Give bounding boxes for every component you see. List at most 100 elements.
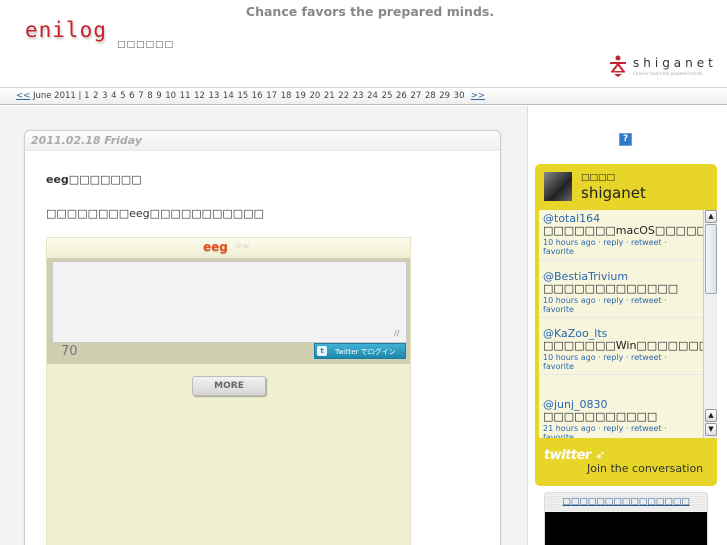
calendar-day: 1 bbox=[84, 91, 90, 101]
calendar-days: 1 2 3 4 5 6 7 8 9 10 11 12 13 14 15 16 17 18 19 20 21 22 23 24 2… bbox=[84, 91, 468, 101]
calendar-prev-link[interactable]: << bbox=[16, 91, 30, 101]
tweet-reply[interactable]: reply bbox=[603, 424, 623, 433]
tweet-item: @BestiaTrivium □□□□□□□□□□□□□ 10 hours ag… bbox=[539, 268, 703, 318]
tweet-favorite[interactable]: favorite bbox=[543, 362, 574, 371]
tweet-text: □□□□□□□□□□□□□ bbox=[543, 282, 679, 295]
tweet-text: □□□□□□□macOS□□□□□□□□□□□□□□□□□ bbox=[543, 224, 703, 237]
help-icon[interactable]: ? bbox=[619, 133, 632, 146]
tweet-favorite[interactable]: favorite bbox=[543, 305, 574, 314]
eeg-widget: eeg ☼≈ // 70 t Twitter でログイン MORE bbox=[46, 237, 411, 545]
tweet-retweet[interactable]: retweet bbox=[631, 296, 662, 305]
join-conversation-link[interactable]: Join the conversation bbox=[587, 462, 703, 475]
calendar-day: 20 bbox=[309, 91, 321, 101]
video-link[interactable]: □□□□□□□□□□□□□□□ bbox=[545, 497, 707, 507]
tweet-item: @total164 □□□□□□□macOS□□□□□□□□□□□□□□□□□ … bbox=[539, 210, 703, 260]
resize-handle-icon[interactable]: // bbox=[394, 329, 399, 338]
page: Chance favors the prepared minds. enilog… bbox=[0, 0, 727, 545]
tweet-reply[interactable]: reply bbox=[603, 238, 623, 247]
calendar-day: 7 bbox=[138, 91, 144, 101]
calendar-day: 23 bbox=[352, 91, 364, 101]
tweet-favorite[interactable]: favorite bbox=[543, 247, 574, 256]
twitter-bird-icon: ➶ bbox=[590, 448, 606, 463]
calendar-day: 6 bbox=[129, 91, 135, 101]
calendar-day: 10 bbox=[165, 91, 177, 101]
calendar-day: 27 bbox=[410, 91, 422, 101]
calendar-day: 25 bbox=[381, 91, 393, 101]
twitter-username[interactable]: shiganet bbox=[581, 184, 646, 202]
twitter-login-label: Twitter でログイン bbox=[335, 348, 396, 356]
calendar-day: 9 bbox=[156, 91, 162, 101]
tweet-retweet[interactable]: retweet bbox=[631, 353, 662, 362]
video-widget: □□□□□□□□□□□□□□□ bbox=[544, 492, 708, 545]
tweet-item: @KaZoo_lts □□□□□□□Win□□□□□□□□□□□□□□□□□□□… bbox=[539, 325, 703, 375]
calendar-day: 14 bbox=[222, 91, 234, 101]
scroll-down-icon[interactable]: ▼ bbox=[705, 423, 717, 436]
brand-logo[interactable]: shiganet Chance favors the prepared mind… bbox=[609, 55, 724, 79]
tweet-meta: 21 hours ago · reply · retweet · favorit… bbox=[543, 424, 699, 438]
main-column: 2011.02.18 Friday eeg□□□□□□□ □□□□□□□□eeg… bbox=[0, 106, 528, 545]
calendar-day: 2 bbox=[93, 91, 99, 101]
blog-post: 2011.02.18 Friday eeg□□□□□□□ □□□□□□□□eeg… bbox=[24, 130, 501, 545]
eeg-message-input[interactable] bbox=[52, 261, 407, 343]
twitter-widget: □□□□ shiganet @total164 □□□□□□□macOS□□□□… bbox=[535, 164, 717, 486]
eeg-logo: eeg bbox=[203, 240, 228, 254]
calendar-bar: << June 2011 | 1 2 3 4 5 6 7 8 9 10 11 12 13 14 15 16 17… bbox=[0, 88, 727, 105]
tweet-time[interactable]: 10 hours ago bbox=[543, 238, 596, 247]
calendar-nav: << June 2011 | 1 2 3 4 5 6 7 8 9 10 11 12 13 14 15 16 17… bbox=[16, 91, 485, 101]
calendar-day: 16 bbox=[251, 91, 263, 101]
tweet-meta: 10 hours ago · reply · retweet · favorit… bbox=[543, 296, 667, 314]
site-tagline: Chance favors the prepared minds. bbox=[245, 4, 495, 19]
eeg-input-panel: // 70 t Twitter でログイン bbox=[47, 258, 410, 364]
calendar-day: 15 bbox=[237, 91, 249, 101]
tweet-reply[interactable]: reply bbox=[603, 296, 623, 305]
tweet-meta: 10 hours ago · reply · retweet · favorit… bbox=[543, 238, 667, 256]
brand-name: shiganet bbox=[633, 56, 717, 70]
twitter-login-button[interactable]: t Twitter でログイン bbox=[314, 343, 406, 359]
scroll-up-icon[interactable]: ▲ bbox=[705, 210, 717, 223]
calendar-day: 30 bbox=[453, 91, 465, 101]
calendar-day: 18 bbox=[280, 91, 292, 101]
twitter-logo[interactable]: twitter ➶ bbox=[544, 448, 606, 463]
calendar-day: 19 bbox=[295, 91, 306, 101]
tweet-retweet[interactable]: retweet bbox=[631, 424, 662, 433]
sidebar: ? □□□□ shiganet @total164 □□□□□□□macOS□□… bbox=[529, 106, 727, 545]
calendar-day: 8 bbox=[147, 91, 153, 101]
calendar-day: 4 bbox=[111, 91, 117, 101]
tweet-favorite[interactable]: favorite bbox=[543, 433, 574, 438]
char-count: 70 bbox=[61, 344, 78, 359]
avatar[interactable] bbox=[544, 172, 572, 201]
more-button[interactable]: MORE bbox=[192, 376, 266, 396]
brand-figure-icon bbox=[610, 55, 626, 77]
tweet-text: □□□□□□□□□□□ bbox=[543, 410, 658, 423]
tweet-time[interactable]: 10 hours ago bbox=[543, 296, 596, 305]
tweet-retweet[interactable]: retweet bbox=[631, 238, 662, 247]
tweet-meta: 10 hours ago · reply · retweet · favorit… bbox=[543, 353, 667, 371]
site-logo[interactable]: enilog bbox=[25, 18, 107, 42]
calendar-day: 28 bbox=[424, 91, 436, 101]
calendar-day: 5 bbox=[120, 91, 126, 101]
tweet-text: □□□□□□□Win□□□□□□□□□□□□□□□□□□□□Win□□□□□□□… bbox=[543, 339, 703, 352]
calendar-next-link[interactable]: >> bbox=[471, 91, 485, 101]
calendar-day: 3 bbox=[102, 91, 108, 101]
scrollbar-thumb[interactable] bbox=[705, 224, 717, 294]
video-player[interactable] bbox=[545, 512, 707, 545]
tweet-reply[interactable]: reply bbox=[603, 353, 623, 362]
tweet-scrollbar[interactable]: ▲ ▲ ▼ bbox=[703, 210, 717, 438]
calendar-separator: | bbox=[78, 91, 82, 101]
twitter-real-name: □□□□ bbox=[581, 173, 616, 183]
twitter-bird-icon: t bbox=[317, 346, 327, 356]
tweet-time[interactable]: 21 hours ago bbox=[543, 424, 596, 433]
calendar-day: 24 bbox=[367, 91, 378, 101]
post-title[interactable]: eeg□□□□□□□ bbox=[46, 173, 142, 186]
eeg-header: eeg ☼≈ bbox=[47, 238, 410, 258]
twitter-logo-text: twitter bbox=[544, 448, 591, 463]
scroll-up-icon[interactable]: ▲ bbox=[705, 409, 717, 422]
post-date: 2011.02.18 Friday bbox=[31, 134, 143, 147]
tweet-time[interactable]: 10 hours ago bbox=[543, 353, 596, 362]
calendar-day: 29 bbox=[439, 91, 451, 101]
calendar-month: June 2011 bbox=[32, 91, 76, 101]
tweet-list: @total164 □□□□□□□macOS□□□□□□□□□□□□□□□□□ … bbox=[539, 210, 703, 438]
brand-tagline: Chance favors the prepared minds. bbox=[633, 71, 704, 76]
calendar-day: 26 bbox=[395, 91, 407, 101]
site-subtitle: □□□□□□ bbox=[117, 40, 175, 50]
